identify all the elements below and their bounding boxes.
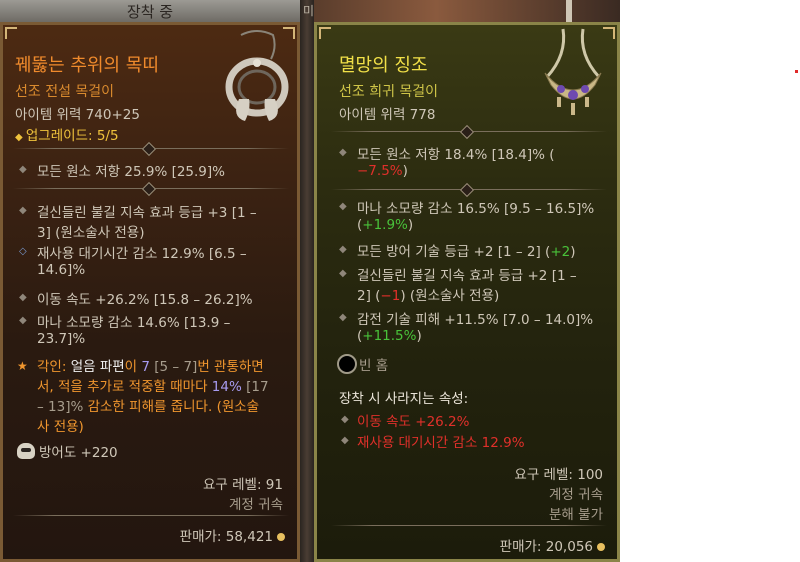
affix-line: 걸신들린 불길 지속 효과 등급 +2 [1 – <box>357 268 577 284</box>
separator-ornament <box>459 124 475 140</box>
amulet-icon <box>225 30 289 121</box>
necklace-icon <box>544 28 602 115</box>
compared-item-tooltip: 멸망의 징조 선조 희귀 목걸이 아이템 위력 778 ◆ 모든 원소 저항 1… <box>314 22 620 562</box>
background-marker <box>566 0 572 22</box>
affix-line: 감전 기술 피해 +11.5% [7.0 – 14.0]% <box>357 312 594 328</box>
armor-skull-icon <box>17 443 35 459</box>
item-name: 멸망의 징조 <box>339 55 428 76</box>
diamond-bullet-icon: ◆ <box>339 268 347 279</box>
hidden-tab-fragment: 미 <box>303 4 315 18</box>
equipped-tab[interactable]: 장착 중 <box>0 0 300 24</box>
aspect-line: 사 전용) <box>37 419 84 435</box>
affix-diff-line: (+11.5%) <box>357 328 422 344</box>
item-type: 선조 희귀 목걸이 <box>339 84 439 100</box>
affix-line: 14.6]% <box>37 262 86 278</box>
affix-line: 모든 방어 기술 등급 +2 [1 – 2] (+2) <box>357 244 576 260</box>
affix-line: 23.7]% <box>37 331 86 347</box>
account-bound: 계정 귀속 <box>549 487 603 503</box>
upgrade-diamond-icon: ◆ <box>15 132 26 143</box>
corner-ornament <box>5 27 17 39</box>
empty-socket-label: 빈 홈 <box>359 358 389 374</box>
section-separator <box>13 515 289 516</box>
lost-affix: 재사용 대기시간 감소 12.9% <box>357 435 525 451</box>
diamond-bullet-icon: ◆ <box>341 435 349 446</box>
greater-affix-icon: ◇ <box>19 246 27 257</box>
no-salvage: 분해 불가 <box>549 507 603 523</box>
separator-ornament <box>459 182 475 198</box>
gold-coin-icon <box>597 543 605 551</box>
diamond-bullet-icon: ◆ <box>19 205 27 216</box>
aspect-line: 각인: 얼음 파편이 7 [5 – 7]번 관통하면 <box>37 359 264 375</box>
affix-line: 3] (원소술사 전용) <box>37 225 145 241</box>
affix-line: 이동 속도 +26.2% [15.8 – 26.2]% <box>37 292 253 308</box>
implicit-affix-diff: −7.5%) <box>357 163 408 179</box>
diamond-bullet-icon: ◆ <box>341 414 349 425</box>
affix-line: 걸신들린 불길 지속 효과 등급 +3 [1 – <box>37 205 257 221</box>
separator-ornament <box>141 181 157 197</box>
item-name: 꿰뚫는 추위의 목띠 <box>15 55 159 76</box>
diamond-bullet-icon: ◆ <box>339 312 347 323</box>
required-level: 요구 레벨: 91 <box>203 477 283 493</box>
sell-price: 판매가: 58,421 <box>180 525 285 545</box>
diamond-bullet-icon: ◆ <box>19 292 27 303</box>
upgrade-text: 업그레이드: 5/5 <box>25 128 119 144</box>
stray-red-dot <box>795 70 798 73</box>
implicit-affix: 모든 원소 저항 25.9% [25.9]% <box>37 164 225 180</box>
background-strip <box>314 0 620 22</box>
sell-price-text: 판매가: 20,056 <box>499 539 593 555</box>
diamond-bullet-icon: ◆ <box>339 201 347 212</box>
panel-divider <box>300 0 314 562</box>
gold-coin-icon <box>277 533 285 541</box>
item-type: 선조 전설 목걸이 <box>15 84 115 100</box>
empty-socket-icon <box>337 354 357 374</box>
upgrade-line: ◆ 업그레이드: 5/5 <box>15 124 119 144</box>
required-level: 요구 레벨: 100 <box>514 467 603 483</box>
corner-ornament <box>319 27 331 39</box>
item-power: 아이템 위력 778 <box>339 107 436 123</box>
game-screen: 장착 중 미 꿰뚫는 추위의 목띠 선조 전설 목걸이 아이템 위력 740+2… <box>0 0 620 562</box>
sell-price: 판매가: 20,056 <box>500 535 605 555</box>
aspect-line: 서, 적을 추가로 적중할 때마다 14% [17 <box>37 379 269 395</box>
implicit-affix: 모든 원소 저항 18.4% [18.4]% ( <box>357 147 555 163</box>
affix-diff-line: 2] (−1) (원소술사 전용) <box>357 288 500 304</box>
aspect-line: – 13]% 감소한 피해를 줍니다. (원소술 <box>37 399 260 415</box>
equipped-item-tooltip: 꿰뚫는 추위의 목띠 선조 전설 목걸이 아이템 위력 740+25 ◆ 업그레… <box>0 22 300 562</box>
affix-line: 재사용 대기시간 감소 12.9% [6.5 – <box>37 246 247 262</box>
affix-diff-line: (+1.9%) <box>357 217 414 233</box>
diamond-bullet-icon: ◆ <box>19 315 27 326</box>
affix-line: 마나 소모량 감소 14.6% [13.9 – <box>37 315 231 331</box>
separator-ornament <box>141 141 157 157</box>
sell-price-text: 판매가: 58,421 <box>179 529 273 545</box>
lost-affixes-header: 장착 시 사라지는 속성: <box>339 391 469 407</box>
diamond-bullet-icon: ◆ <box>19 164 27 175</box>
aspect-star-icon: ★ <box>17 359 28 373</box>
section-separator <box>331 525 607 526</box>
diamond-bullet-icon: ◆ <box>339 147 347 158</box>
armor-value: 방어도 +220 <box>39 445 118 461</box>
diamond-bullet-icon: ◆ <box>339 244 347 255</box>
affix-line: 마나 소모량 감소 16.5% [9.5 – 16.5]% <box>357 201 595 217</box>
equipped-tab-label: 장착 중 <box>126 2 174 21</box>
item-power: 아이템 위력 740+25 <box>15 107 140 123</box>
lost-affix: 이동 속도 +26.2% <box>357 414 470 430</box>
account-bound: 계정 귀속 <box>229 497 283 513</box>
